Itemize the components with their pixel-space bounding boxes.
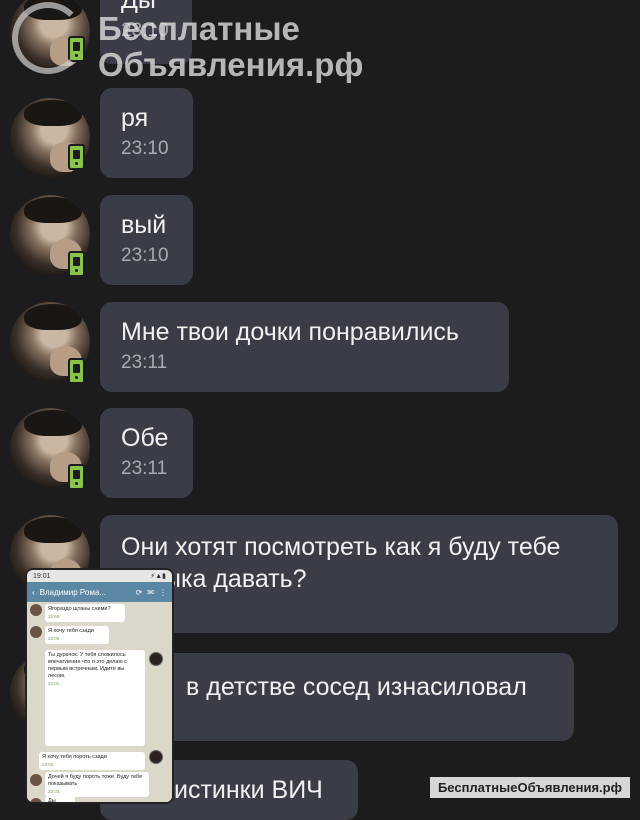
message-time: 23:10: [121, 138, 169, 159]
message-text: в детстве сосед изнасиловал: [186, 673, 527, 701]
inset-message-text: Я хочу тебя пороть сзади: [42, 754, 107, 760]
message-time: 23:10: [121, 20, 169, 41]
inset-avatar: [30, 798, 42, 802]
message-bubble[interactable]: вый 23:10: [100, 195, 193, 285]
mobile-phone-icon: [68, 251, 85, 277]
inset-message-text: Ягораздо щтаны сними?: [48, 606, 111, 612]
message-text: Обе: [121, 424, 169, 452]
inset-message: Я хочу тебя пороть сзади 23:02: [39, 752, 145, 770]
inset-message: Дочей я буду пороть тоже. Буду тебе пока…: [45, 772, 149, 797]
inset-message: Ды: [45, 796, 75, 802]
mobile-phone-icon: [68, 464, 85, 490]
message-text: Они хотят посмотреть как я буду тебе пал…: [121, 533, 561, 593]
inset-status-bar: 19:01 ⚡▲▮: [27, 570, 172, 582]
message-bubble[interactable]: Они хотят посмотреть как я буду тебе пал…: [100, 515, 618, 633]
message-time: 23:10: [121, 245, 169, 266]
inset-status-icons: ⚡▲▮: [150, 573, 166, 580]
inset-status-time: 19:01: [33, 572, 51, 580]
inset-avatar: [149, 750, 163, 764]
inset-message-text: Ды: [48, 798, 56, 802]
inset-avatar: [30, 774, 42, 786]
inset-message-time: 23:01: [48, 681, 60, 686]
inset-back-icon[interactable]: ‹: [32, 588, 35, 597]
mobile-phone-icon: [68, 36, 85, 62]
bottom-watermark: БесплатныеОбъявления.рф: [429, 777, 630, 798]
message-text: ря: [121, 104, 149, 132]
message-text: Ды: [121, 0, 156, 14]
inset-refresh-icon[interactable]: ⟳: [136, 588, 143, 597]
inset-mail-icon[interactable]: ✉: [147, 588, 154, 597]
message-time: 23:11: [121, 352, 168, 373]
message-text: Мне твои дочки понравились: [121, 318, 459, 346]
message-time: 23:11: [121, 458, 168, 479]
inset-message-text: Ты дурачок. У тебя сложилось впечатление…: [48, 652, 127, 679]
inset-app-bar: ‹ Владимир Рома... ⟳ ✉ ⋮: [27, 582, 172, 602]
inset-message-time: 23:00: [48, 636, 60, 641]
message-bubble[interactable]: Обе 23:11: [100, 408, 193, 498]
inset-message: Ягораздо щтаны сними? 22:59: [45, 604, 125, 622]
message-bubble[interactable]: Ды 23:10: [100, 0, 192, 64]
inset-chat-body: Ягораздо щтаны сними? 22:59 Я хочу тебя …: [27, 602, 172, 802]
message-text: вый: [121, 211, 167, 239]
inset-avatar: [30, 604, 42, 616]
mobile-phone-icon: [68, 358, 85, 384]
inset-avatar: [30, 626, 42, 638]
inset-message-text: Дочей я буду пороть тоже. Буду тебе пока…: [48, 774, 143, 787]
inset-message: Я хочу тебя сзади 23:00: [45, 626, 109, 644]
inset-avatar: [149, 652, 163, 666]
message-bubble[interactable]: Мне твои дочки понравились 23:11: [100, 302, 509, 392]
inset-message-time: 23:02: [42, 762, 54, 767]
message-text: истинки ВИЧ: [174, 776, 323, 804]
inset-message-time: 23:03: [48, 789, 60, 794]
message-bubble[interactable]: ря 23:10: [100, 88, 193, 178]
inset-message-time: 22:59: [48, 614, 60, 619]
inset-message: Ты дурачок. У тебя сложилось впечатление…: [45, 650, 145, 746]
inset-menu-icon[interactable]: ⋮: [159, 588, 167, 597]
inset-screenshot: 19:01 ⚡▲▮ ‹ Владимир Рома... ⟳ ✉ ⋮ Ягора…: [27, 570, 172, 802]
inset-message-text: Я хочу тебя сзади: [48, 628, 94, 634]
inset-contact-name[interactable]: Владимир Рома...: [40, 588, 131, 597]
mobile-phone-icon: [68, 144, 85, 170]
